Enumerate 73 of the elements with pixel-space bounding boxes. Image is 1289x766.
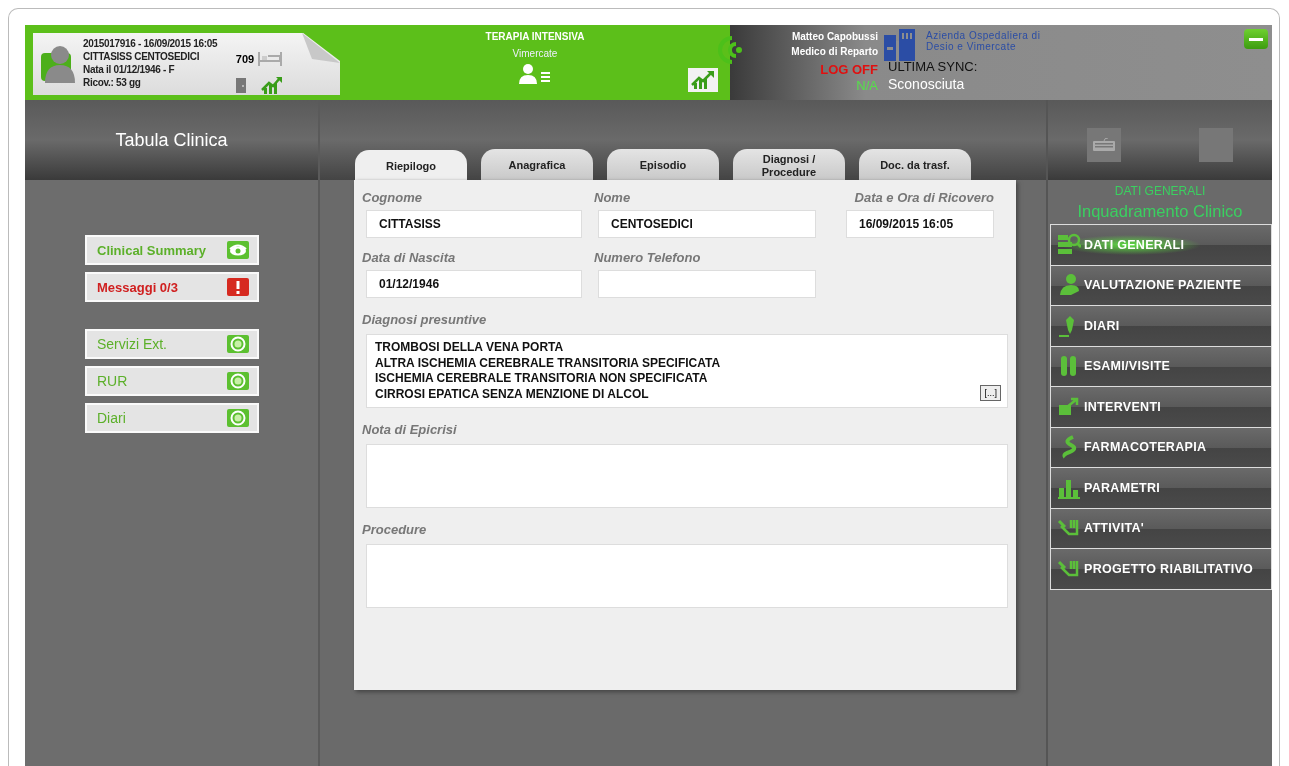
trend-button[interactable] — [688, 68, 718, 92]
target-icon — [227, 372, 249, 390]
keyboard-button[interactable] — [1087, 128, 1121, 162]
field-label: Numero Telefono — [594, 250, 702, 267]
user-name: Matteo Capobussi — [791, 31, 878, 42]
field-label: Data di Nascita — [362, 250, 457, 267]
patient-list-icon[interactable] — [518, 63, 552, 85]
user-role: Medico di Reparto — [791, 46, 878, 57]
birth-date: Nata il 01/12/1946 - F — [83, 64, 176, 75]
ward-name: TERAPIA INTENSIVA — [485, 31, 585, 42]
bed-number: 709 — [235, 53, 255, 65]
menu-item[interactable]: PROGETTO RIABILITATIVO — [1050, 548, 1272, 590]
tab[interactable]: Episodio — [607, 149, 719, 180]
eye-icon — [227, 241, 249, 259]
ward-site: Vimercate — [512, 48, 558, 59]
menu-item[interactable]: PARAMETRI — [1050, 467, 1272, 509]
hospital-name: Azienda Ospedaliera di — [926, 30, 1041, 41]
diagnosis-line: ISCHEMIA CEREBRALE TRANSITORIA NON SPECIFICATA — [375, 371, 709, 387]
target-icon — [227, 409, 249, 427]
menu-item[interactable]: DATI GENERALI — [1050, 224, 1272, 266]
menu-item[interactable]: ESAMI/VISITE — [1050, 345, 1272, 387]
door-icon[interactable] — [235, 77, 248, 93]
chart-up-icon — [691, 70, 715, 90]
input-field[interactable]: 16/09/2015 16:05 — [846, 210, 994, 238]
menu-item[interactable]: INTERVENTI — [1050, 386, 1272, 428]
section-subtitle: Inquadramento Clinico — [1076, 202, 1244, 221]
tab[interactable]: Riepilogo — [355, 150, 467, 180]
diagnosis-line: CIRROSI EPATICA SENZA MENZIONE DI ALCOL — [375, 386, 650, 402]
field-label: Diagnosi presuntive — [362, 312, 488, 329]
alert-icon — [227, 278, 249, 296]
field-label: Nota di Epicrisi — [362, 422, 458, 439]
page-curl-icon — [302, 33, 340, 63]
field-label: Cognome — [362, 190, 423, 207]
chart-up-icon[interactable] — [261, 75, 284, 95]
text-area[interactable] — [366, 444, 1008, 508]
field-label: Procedure — [362, 522, 428, 539]
status-text: N/A — [856, 78, 878, 93]
avatar-icon — [39, 43, 77, 83]
panel-title: Tabula Clinica — [115, 130, 228, 152]
hospital-name: Desio e Vimercate — [926, 41, 1017, 52]
field-label: Nome — [594, 190, 632, 207]
admission-id: 2015017916 - 16/09/2015 16:05 — [83, 38, 218, 49]
target-icon — [227, 335, 249, 353]
diagnosis-list[interactable]: TROMBOSI DELLA VENA PORTA ALTRA ISCHEMIA CEREBRALE TRANSITORIA SPECIFICATA ISCHEMIA CEREBRALE TRANSITORIA NON SPECIFICATA CIRROSI EPATICA SENZA MENZIONE DI ALCOL [...] — [366, 334, 1008, 408]
input-field[interactable]: CITTASISS — [366, 210, 582, 238]
input-field[interactable]: CENTOSEDICI — [598, 210, 816, 238]
keyboard-icon — [1092, 138, 1116, 152]
field-label: Data e Ora di Ricovero — [853, 190, 994, 207]
menu-item[interactable]: ATTIVITA' — [1050, 507, 1272, 549]
tab[interactable]: Diagnosi / Procedure — [733, 149, 845, 180]
more-button[interactable]: [...] — [980, 385, 1001, 401]
minimize-button[interactable] — [1244, 29, 1268, 49]
menu-item[interactable]: FARMACOTERAPIA — [1050, 426, 1272, 468]
diagnosis-line: TROMBOSI DELLA VENA PORTA — [375, 340, 565, 356]
input-field[interactable] — [598, 270, 816, 298]
hospital-logo-icon — [884, 29, 918, 61]
sync-value: Sconosciuta — [888, 76, 965, 92]
section-title: DATI GENERALI — [1113, 184, 1207, 198]
menu-item[interactable]: VALUTAZIONE PAZIENTE — [1050, 264, 1272, 306]
diagnosis-line: ALTRA ISCHEMIA CEREBRALE TRANSITORIA SPECIFICATA — [375, 355, 722, 371]
search-icon — [1057, 232, 1081, 257]
menu-item[interactable]: DIARI — [1050, 305, 1272, 347]
sync-label: ULTIMA SYNC: — [888, 59, 978, 74]
tab[interactable]: Doc. da trasf. — [859, 149, 971, 180]
tab[interactable]: Anagrafica — [481, 149, 593, 180]
person-icon — [1057, 273, 1081, 298]
stay-length: Ricov.: 53 gg — [83, 77, 142, 88]
input-field[interactable]: 01/12/1946 — [366, 270, 582, 298]
sidebar-button[interactable]: Messaggi 0/3 — [85, 272, 259, 302]
signal-icon — [716, 33, 742, 67]
text-area[interactable] — [366, 544, 1008, 608]
patient-name: CITTASISS CENTOSEDICI — [83, 51, 201, 62]
bed-icon — [257, 51, 284, 67]
